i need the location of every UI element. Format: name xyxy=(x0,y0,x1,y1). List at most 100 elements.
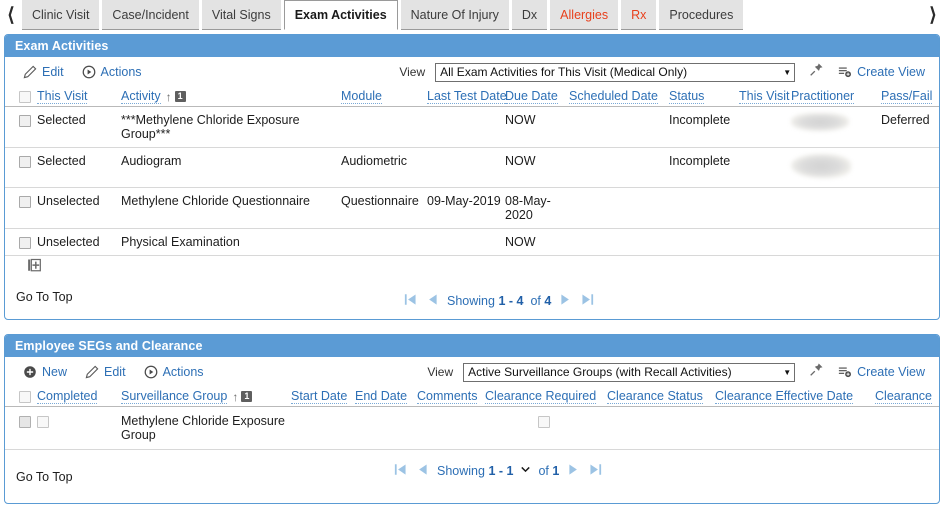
column-header-clearance[interactable]: Clearance xyxy=(873,387,939,407)
select-all-checkbox[interactable] xyxy=(19,390,31,403)
tab-case-incident[interactable]: Case/Incident xyxy=(102,0,199,30)
column-header-label: Last Test Date xyxy=(427,89,507,104)
list-add-icon xyxy=(838,365,852,379)
plus-circle-icon xyxy=(23,365,37,379)
column-header-practitioner[interactable]: Practitioner xyxy=(789,87,879,107)
column-header-completed[interactable]: Completed xyxy=(35,387,120,407)
column-header-scheduled-date[interactable]: Scheduled Date xyxy=(567,87,667,107)
prev-page-button[interactable] xyxy=(415,462,430,480)
column-header-pass-fail[interactable]: Pass/Fail xyxy=(879,87,939,107)
column-header-this-visit-2[interactable]: This Visit xyxy=(737,87,790,107)
row-checkbox[interactable] xyxy=(19,415,31,428)
column-header-label: Clearance Required xyxy=(485,389,597,404)
column-header-status[interactable]: Status xyxy=(667,87,737,107)
first-page-button[interactable] xyxy=(403,292,418,310)
cell-end-date xyxy=(353,406,416,450)
exam-view-label: View xyxy=(399,65,426,79)
tab-allergies[interactable]: Allergies xyxy=(550,0,619,30)
pencil-icon xyxy=(85,365,99,379)
column-header-module[interactable]: Module xyxy=(339,87,425,107)
segs-edit-button[interactable]: Edit xyxy=(85,365,126,379)
tab-vital-signs[interactable]: Vital Signs xyxy=(201,0,281,30)
column-header-label: Comments xyxy=(417,389,478,404)
segs-pin-view-button[interactable] xyxy=(803,362,830,382)
sort-arrow-up-icon: ↑ xyxy=(232,389,239,404)
exam-create-view-button[interactable]: Create View xyxy=(838,65,925,79)
column-header-start-date[interactable]: Start Date xyxy=(289,387,354,407)
table-row[interactable]: Methylene Chloride Exposure Group xyxy=(5,406,939,450)
tab-clinic-visit[interactable]: Clinic Visit xyxy=(22,0,100,30)
tab-scroll-left-icon[interactable]: ⟨ xyxy=(0,0,22,30)
exam-view-select[interactable]: All Exam Activities for This Visit (Medi… xyxy=(435,62,796,82)
exam-go-to-top-link[interactable]: Go To Top xyxy=(16,290,73,304)
segs-go-to-top-link[interactable]: Go To Top xyxy=(16,470,73,484)
column-header-clearance-status[interactable]: Clearance Status xyxy=(605,387,714,407)
last-page-icon xyxy=(588,462,603,480)
column-header-activity[interactable]: Activity ↑ 1 xyxy=(119,87,339,107)
tab-procedures[interactable]: Procedures xyxy=(659,0,744,30)
first-page-icon xyxy=(403,292,418,310)
sort-indicator[interactable]: ↑ 1 xyxy=(232,389,253,404)
segs-edit-label: Edit xyxy=(104,365,126,379)
column-header-due-date[interactable]: Due Date xyxy=(503,87,567,107)
column-header-clearance-effective-date[interactable]: Clearance Effective Date xyxy=(713,387,874,407)
segs-create-view-button[interactable]: Create View xyxy=(838,365,925,379)
row-checkbox[interactable] xyxy=(19,155,31,168)
column-header-label: Start Date xyxy=(291,389,348,404)
exam-activities-screen: ⟨ Clinic Visit Case/Incident Vital Signs Ex… xyxy=(0,0,944,508)
exam-activities-panel: Exam Activities Edit Actions View All Ex… xyxy=(4,34,940,320)
sort-indicator[interactable]: ↑ 1 xyxy=(166,91,186,103)
tab-label: Allergies xyxy=(560,7,609,22)
column-header-comments[interactable]: Comments xyxy=(415,387,484,407)
row-checkbox[interactable] xyxy=(19,236,31,249)
exam-add-row-button[interactable] xyxy=(27,258,42,278)
table-row[interactable]: Selected Audiogram Audiometric NOW Incomplet… xyxy=(5,147,939,188)
cell-this-visit: Selected xyxy=(35,106,119,148)
column-header-end-date[interactable]: End Date xyxy=(353,387,416,407)
play-circle-icon xyxy=(144,365,158,379)
tab-label: Case/Incident xyxy=(112,7,189,22)
table-row[interactable]: Unselected Methylene Chloride Questionnai… xyxy=(5,187,939,229)
practitioner-redacted xyxy=(791,154,851,178)
exam-grid-header-row: This Visit Activity ↑ 1 Module Last Test Date… xyxy=(5,87,939,107)
last-page-button[interactable] xyxy=(580,292,595,310)
segs-actions-button[interactable]: Actions xyxy=(144,365,204,379)
exam-edit-button[interactable]: Edit xyxy=(23,65,64,79)
clearance-required-checkbox[interactable] xyxy=(538,415,551,428)
select-all-checkbox[interactable] xyxy=(19,90,31,103)
cell-surveillance-group: Methylene Chloride Exposure Group xyxy=(119,406,290,450)
employee-segs-grid: Completed Surveillance Group ↑ 1 Start Date E… xyxy=(5,387,939,450)
row-checkbox[interactable] xyxy=(19,114,31,127)
column-header-label: Due Date xyxy=(505,89,558,104)
next-page-button[interactable] xyxy=(566,462,581,480)
showing-word: Showing xyxy=(437,464,485,478)
column-header-surveillance-group[interactable]: Surveillance Group ↑ 1 xyxy=(119,387,290,407)
pagination-total: 1 xyxy=(552,464,560,478)
column-header-this-visit[interactable]: This Visit xyxy=(35,87,119,107)
page-size-chevron-down-icon[interactable] xyxy=(520,464,531,478)
exam-pin-view-button[interactable] xyxy=(803,62,830,82)
tab-nature-of-injury[interactable]: Nature Of Injury xyxy=(400,0,509,30)
row-checkbox[interactable] xyxy=(19,195,31,208)
first-page-icon xyxy=(393,462,408,480)
column-header-label: Clearance xyxy=(875,389,932,404)
cell-module: Audiometric xyxy=(339,147,425,188)
first-page-button[interactable] xyxy=(393,462,408,480)
segs-new-button[interactable]: New xyxy=(23,365,67,379)
column-header-last-test-date[interactable]: Last Test Date xyxy=(425,87,507,107)
last-page-button[interactable] xyxy=(588,462,603,480)
table-row[interactable]: Selected ***Methylene Chloride Exposure G… xyxy=(5,106,939,148)
tab-dx[interactable]: Dx xyxy=(511,0,548,30)
tab-rx[interactable]: Rx xyxy=(621,0,657,30)
segs-actions-label: Actions xyxy=(162,365,204,379)
table-row[interactable]: Unselected Physical Examination NOW xyxy=(5,228,939,256)
exam-actions-button[interactable]: Actions xyxy=(82,65,142,79)
cell-due-date: NOW xyxy=(503,147,567,188)
segs-view-select[interactable]: Active Surveillance Groups (with Recall … xyxy=(463,362,796,382)
next-page-button[interactable] xyxy=(558,292,573,310)
column-header-clearance-required[interactable]: Clearance Required xyxy=(483,387,606,407)
completed-checkbox[interactable] xyxy=(37,415,49,428)
tab-scroll-right-icon[interactable]: ⟩ xyxy=(922,0,944,30)
prev-page-button[interactable] xyxy=(425,292,440,310)
tab-exam-activities[interactable]: Exam Activities xyxy=(283,0,398,30)
